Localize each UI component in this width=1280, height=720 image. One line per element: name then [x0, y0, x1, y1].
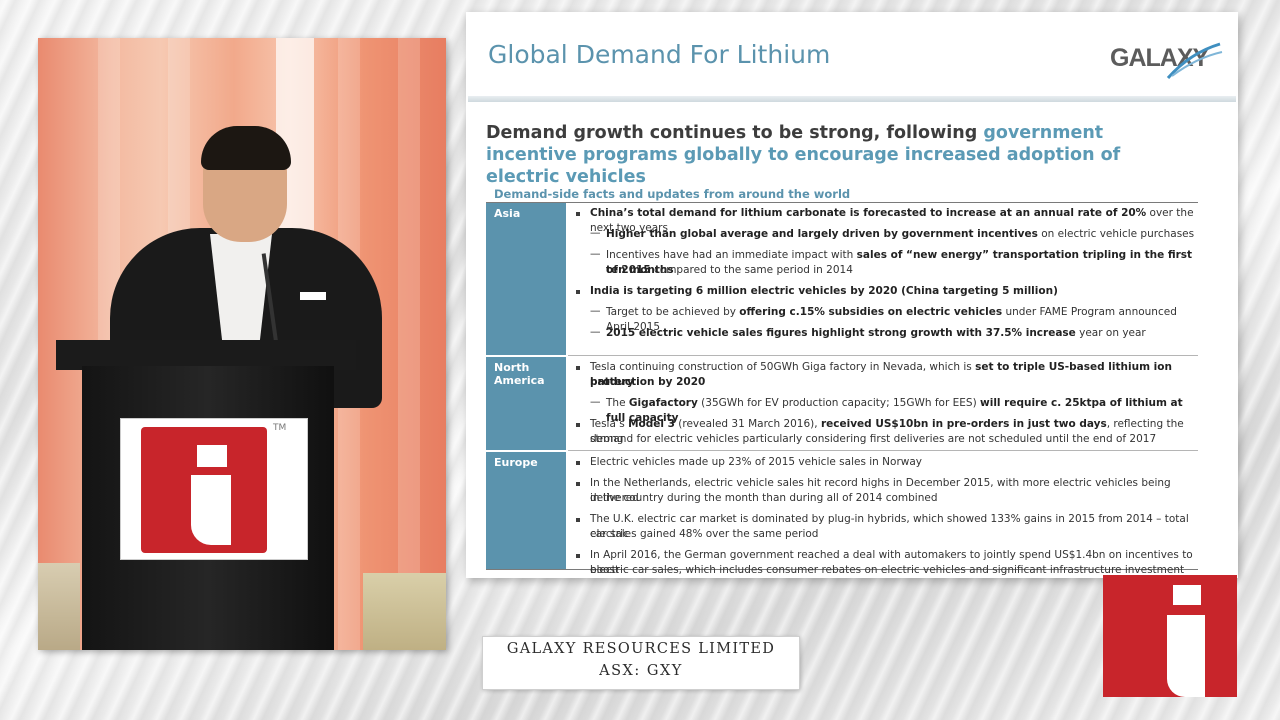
na-bullet-2-cont: demand for electric vehicles particularl…: [590, 433, 1157, 445]
bold-text: production by 2020: [590, 376, 706, 388]
asia-sub-4: 2015 electric vehicle sales figures high…: [606, 326, 1146, 341]
company-name: GALAXY RESOURCES LIMITED: [506, 641, 776, 657]
i-logo-dot: [197, 445, 227, 467]
pocket-square: [300, 292, 326, 300]
dash-icon: —: [590, 326, 601, 338]
orbit-swoosh-icon: [1166, 42, 1223, 79]
speaker-video-frame: TM: [38, 38, 446, 650]
region-label-europe: Europe: [486, 452, 566, 569]
text: Incentives have had an immediate impact …: [606, 249, 857, 261]
logo-stem: [1167, 615, 1205, 697]
bold-text: received US$10bn in pre-orders in just t…: [820, 418, 1107, 430]
i-logo-icon: [141, 427, 267, 553]
bullet-icon: [576, 461, 580, 465]
bold-text: Model 3: [628, 418, 675, 430]
bold-text: Gigafactory: [628, 397, 698, 409]
bold-text: of 2015: [606, 264, 651, 276]
row-divider: [568, 355, 1198, 356]
row-divider: [568, 450, 1198, 451]
bullet-icon: [576, 423, 580, 427]
eu-bullet-1: Electric vehicles made up 23% of 2015 ve…: [590, 456, 922, 468]
text: The: [606, 397, 629, 409]
side-table: [38, 563, 80, 650]
na-bullet-1-cont: production by 2020: [590, 375, 705, 390]
bullet-icon: [576, 482, 580, 486]
text: Tesla continuing construction of 50GWh G…: [590, 361, 976, 373]
i-logo-stem: [191, 475, 231, 545]
region-row-asia: Asia China’s total demand for lithium ca…: [486, 203, 1198, 355]
bullet-icon: [576, 554, 580, 558]
curtain-fold: [398, 38, 420, 650]
trademark-mark: TM: [273, 423, 287, 433]
slide-headline: Demand growth continues to be strong, fo…: [486, 122, 1186, 188]
bold-text: China’s total demand for lithium carbona…: [590, 207, 1147, 219]
asia-bullet-2: India is targeting 6 million electric ve…: [590, 284, 1058, 299]
side-table: [363, 573, 446, 650]
region-name: Asia: [494, 207, 521, 220]
galaxy-logo: GALAXY: [1110, 38, 1226, 82]
region-label-asia: Asia: [486, 203, 566, 355]
text: Target to be achieved by: [606, 306, 740, 318]
ticker-symbol: ASX: GXY: [599, 663, 683, 679]
region-name: Europe: [494, 456, 538, 469]
text: (35GWh for EV production capacity; 15GWh…: [697, 397, 981, 409]
dash-icon: —: [590, 248, 601, 260]
bold-text: offering c.15% subsidies on electric veh…: [739, 306, 1003, 318]
podium-sign: TM: [120, 418, 308, 560]
dash-icon: —: [590, 305, 601, 317]
title-divider: [468, 96, 1236, 102]
text: compared to the same period in 2014: [650, 264, 853, 276]
region-name: America: [494, 374, 545, 387]
company-caption: GALAXY RESOURCES LIMITED ASX: GXY: [482, 636, 800, 690]
bold-text: Higher than global average and largely d…: [606, 228, 1038, 240]
region-name: North: [494, 361, 530, 374]
facts-table: Asia China’s total demand for lithium ca…: [486, 202, 1198, 576]
eu-bullet-3-cont: car sales gained 48% over the same perio…: [590, 528, 819, 540]
slide-title: Global Demand For Lithium: [488, 40, 831, 69]
bullet-icon: [576, 518, 580, 522]
event-logo-icon: [1103, 575, 1237, 697]
region-row-north-america: North America Tesla continuing constructi…: [486, 357, 1198, 450]
bold-text: 2015 electric vehicle sales figures high…: [606, 327, 1076, 339]
headline-text: Demand growth continues to be strong, fo…: [486, 123, 984, 143]
dash-icon: —: [590, 396, 601, 408]
dash-icon: —: [590, 227, 601, 239]
eu-bullet-4-cont: electric car sales, which includes consu…: [590, 564, 1185, 576]
bold-text: India is targeting 6 million electric ve…: [590, 285, 1058, 297]
section-label: Demand-side facts and updates from aroun…: [494, 187, 851, 201]
asia-sub-2-cont: of 2015 compared to the same period in 2…: [606, 263, 853, 278]
text: (revealed 31 March 2016),: [674, 418, 821, 430]
text: year on year: [1075, 327, 1146, 339]
bullet-icon: [576, 212, 580, 216]
region-row-europe: Europe Electric vehicles made up 23% of …: [486, 452, 1198, 576]
logo-dot: [1173, 585, 1201, 605]
text: Tesla’s: [590, 418, 629, 430]
eu-bullet-2-cont: in the country during the month than dur…: [590, 492, 938, 504]
text: on electric vehicle purchases: [1037, 228, 1195, 240]
asia-sub-1: Higher than global average and largely d…: [606, 227, 1194, 242]
bullet-icon: [576, 290, 580, 294]
region-label-north-america: North America: [486, 357, 566, 450]
presentation-slide: Global Demand For Lithium GALAXY Demand …: [466, 12, 1238, 578]
bullet-icon: [576, 366, 580, 370]
